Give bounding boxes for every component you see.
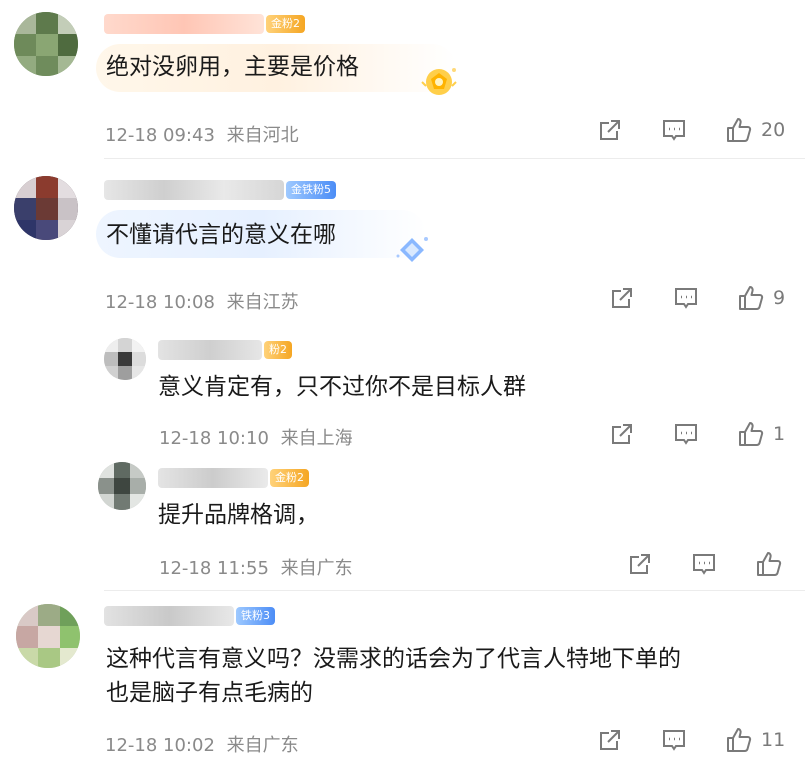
reply-1: 粉2 意义肯定有，只不过你不是目标人群 12-18 10:10 来自上海 1 xyxy=(0,328,805,458)
comment-icon xyxy=(693,554,715,575)
like-count: 1 xyxy=(773,423,786,445)
reply-text: 提升品牌格调， xyxy=(158,502,319,528)
share-button[interactable] xyxy=(609,285,673,311)
location: 来自江苏 xyxy=(226,292,299,313)
reply-meta: 12-18 10:10 来自上海 xyxy=(159,424,353,450)
like-count: 11 xyxy=(761,729,786,751)
share-button[interactable] xyxy=(627,551,691,577)
thumbs-up-icon xyxy=(727,728,752,752)
fan-badge: 金粉2 xyxy=(266,15,305,33)
share-button[interactable] xyxy=(609,421,673,447)
comment-meta: 12-18 10:08 来自江苏 xyxy=(105,288,299,314)
username-blurred[interactable] xyxy=(104,14,264,34)
fan-badge: 粉2 xyxy=(264,341,292,359)
fan-badge: 铁粉3 xyxy=(236,607,275,625)
avatar[interactable] xyxy=(14,12,78,76)
share-icon xyxy=(612,424,632,444)
thumbs-up-icon xyxy=(727,118,752,142)
avatar[interactable] xyxy=(98,462,146,510)
comment-1: 金粉2 绝对没卵用，主要是价格 12-18 09:43 来自河北 20 xyxy=(0,0,805,158)
comment-icon xyxy=(663,120,685,141)
share-button[interactable] xyxy=(597,117,661,143)
location: 来自上海 xyxy=(280,428,353,449)
fan-badge: 金粉2 xyxy=(270,469,309,487)
like-button[interactable]: 11 xyxy=(725,726,785,754)
share-icon xyxy=(600,120,620,140)
timestamp: 12-18 10:08 xyxy=(105,292,215,313)
thumbs-up-icon xyxy=(757,552,782,576)
share-icon xyxy=(600,730,620,750)
reply-text: 意义肯定有，只不过你不是目标人群 xyxy=(158,374,526,400)
like-button[interactable]: 1 xyxy=(737,420,785,448)
comment-icon xyxy=(675,424,697,445)
reply-actions xyxy=(627,550,783,578)
comment-icon xyxy=(663,730,685,751)
comment-actions: 11 xyxy=(597,726,785,754)
location: 来自河北 xyxy=(226,125,299,146)
like-count: 9 xyxy=(773,287,786,309)
comment-button[interactable] xyxy=(661,727,725,753)
like-button[interactable]: 9 xyxy=(737,284,785,312)
like-count: 20 xyxy=(761,119,786,141)
comment-2: 金铁粉5 不懂请代言的意义在哪 12-18 10:08 来自江苏 9 粉2 意义… xyxy=(0,158,805,590)
share-icon xyxy=(612,288,632,308)
comment-button[interactable] xyxy=(673,421,737,447)
timestamp: 12-18 10:10 xyxy=(159,428,269,449)
comment-button[interactable] xyxy=(661,117,725,143)
location: 来自广东 xyxy=(226,735,299,756)
username-blurred[interactable] xyxy=(158,340,262,360)
username-blurred[interactable] xyxy=(104,606,234,626)
comment-text: 绝对没卵用，主要是价格 xyxy=(106,54,359,80)
timestamp: 12-18 09:43 xyxy=(105,125,215,146)
avatar[interactable] xyxy=(104,338,146,380)
gold-medal-icon xyxy=(421,68,457,95)
reply-actions: 1 xyxy=(609,420,785,448)
comment-icon xyxy=(675,288,697,309)
comment-text-line-1: 这种代言有意义吗？没需求的话会为了代言人特地下单的 xyxy=(106,646,681,672)
like-button[interactable]: 20 xyxy=(725,116,785,144)
timestamp: 12-18 11:55 xyxy=(159,558,269,579)
comment-text-line-2: 也是脑子有点毛病的 xyxy=(106,680,313,706)
diamond-medal-icon xyxy=(396,237,428,262)
thumbs-up-icon xyxy=(739,286,764,310)
like-button[interactable] xyxy=(755,550,783,578)
comment-3: 铁粉3 这种代言有意义吗？没需求的话会为了代言人特地下单的 也是脑子有点毛病的 … xyxy=(0,590,805,757)
share-icon xyxy=(630,554,650,574)
timestamp: 12-18 10:02 xyxy=(105,735,215,756)
comment-button[interactable] xyxy=(673,285,737,311)
comment-actions: 9 xyxy=(609,284,785,312)
location: 来自广东 xyxy=(280,558,353,579)
username-blurred[interactable] xyxy=(104,180,284,200)
reply-meta: 12-18 11:55 来自广东 xyxy=(159,554,353,580)
avatar[interactable] xyxy=(16,604,80,668)
comment-meta: 12-18 09:43 来自河北 xyxy=(105,121,299,147)
share-button[interactable] xyxy=(597,727,661,753)
avatar[interactable] xyxy=(14,176,78,240)
comment-button[interactable] xyxy=(691,551,755,577)
comment-text: 不懂请代言的意义在哪 xyxy=(106,222,336,248)
thumbs-up-icon xyxy=(739,422,764,446)
username-blurred[interactable] xyxy=(158,468,268,488)
comment-meta: 12-18 10:02 来自广东 xyxy=(105,731,299,757)
comment-actions: 20 xyxy=(597,116,785,144)
fan-badge: 金铁粉5 xyxy=(286,181,336,199)
reply-2: 金粉2 提升品牌格调， 12-18 11:55 来自广东 xyxy=(0,458,805,590)
